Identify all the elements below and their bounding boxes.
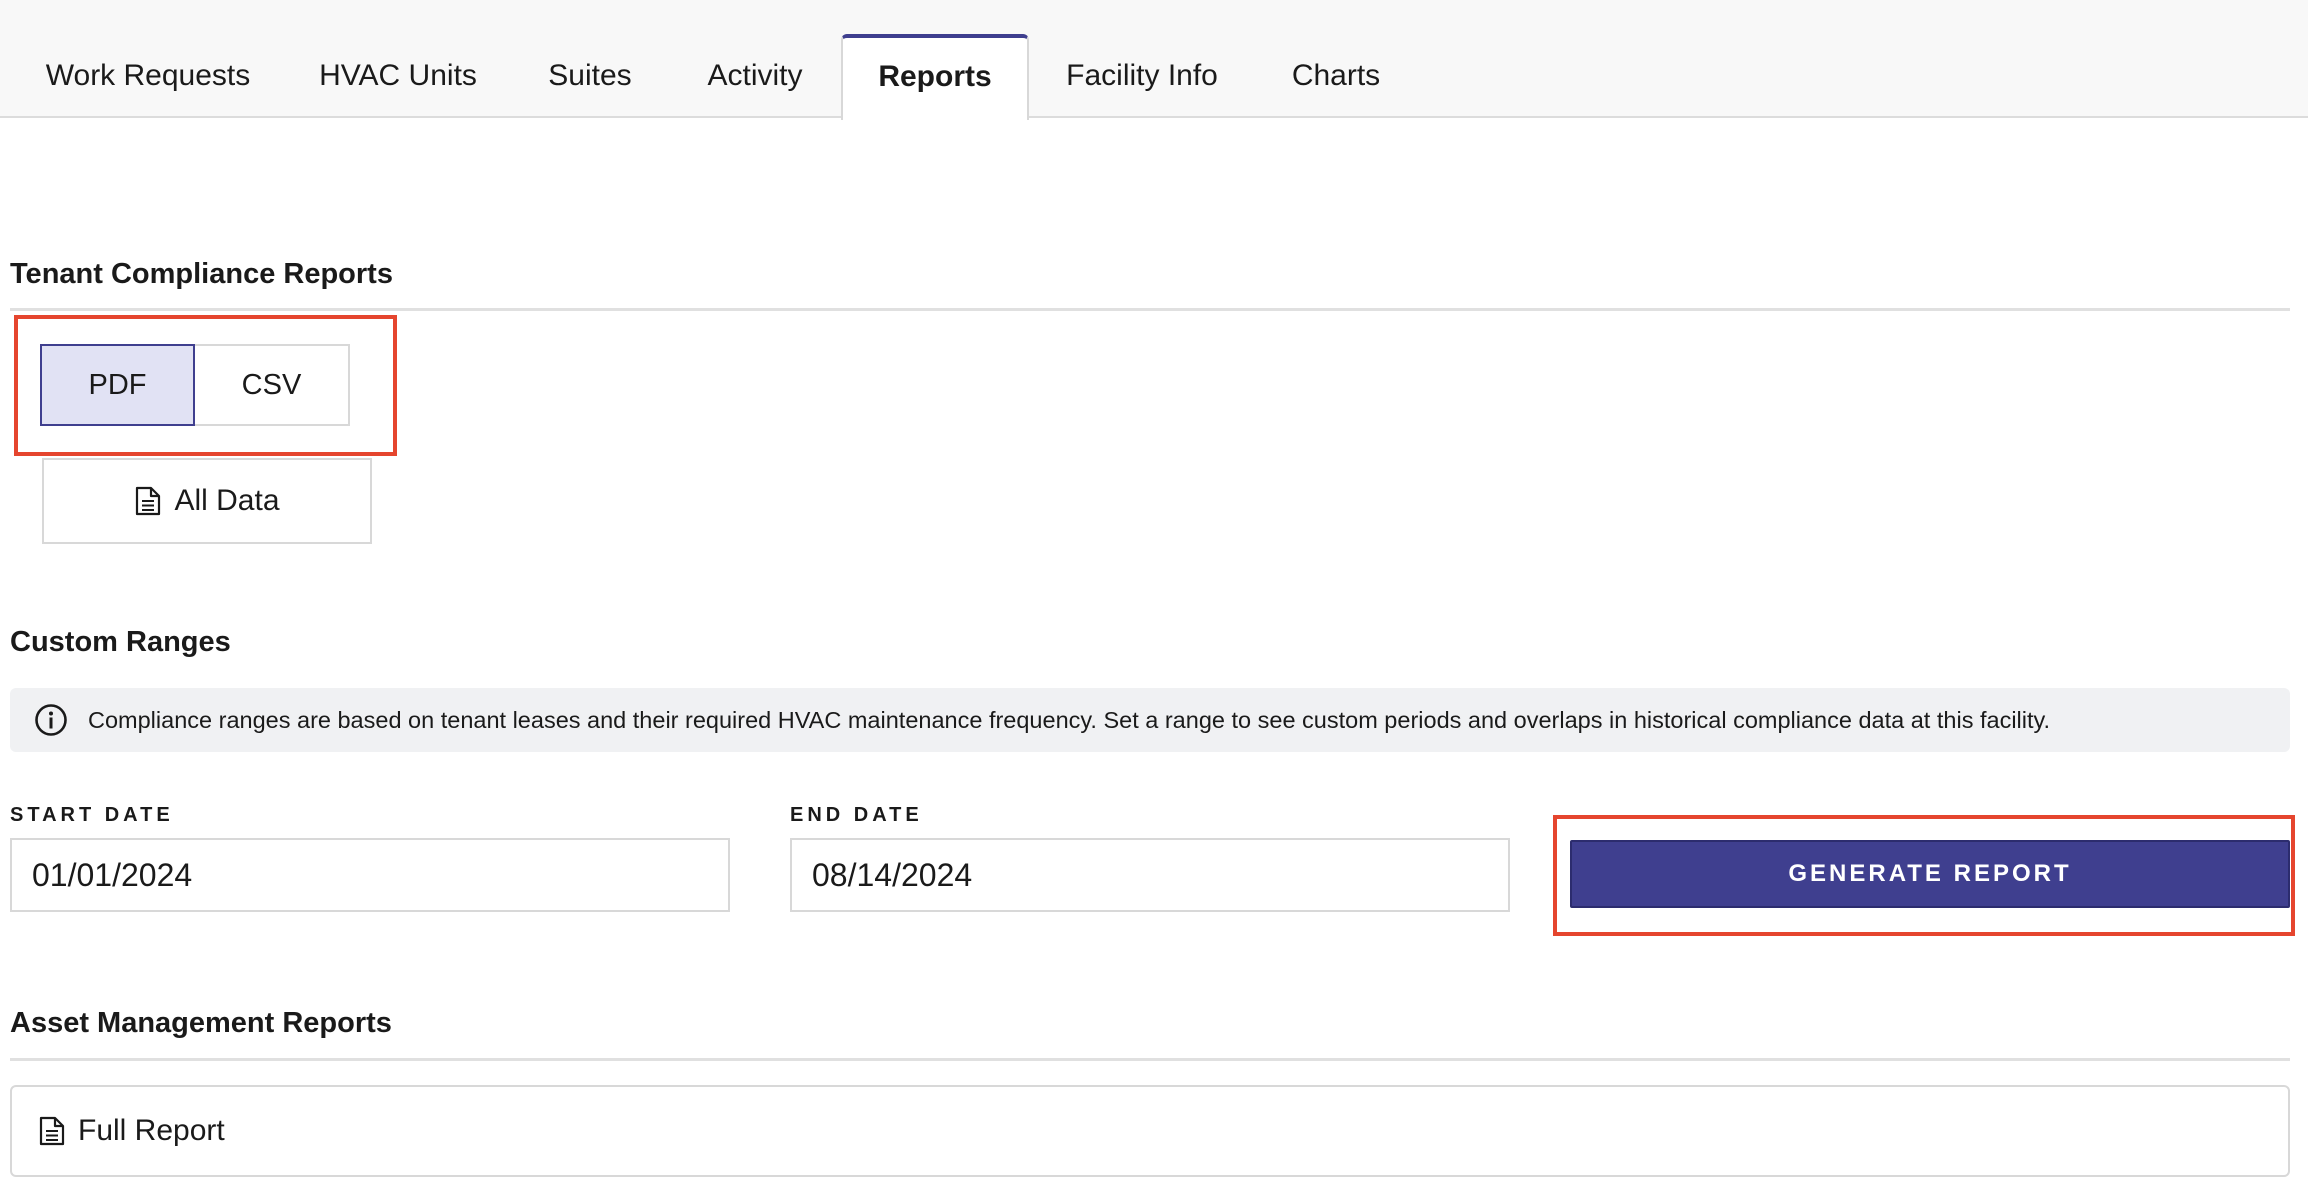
all-data-label: All Data [174, 484, 280, 517]
document-icon [136, 486, 161, 516]
generate-report-button[interactable]: GENERATE REPORT [1570, 840, 2290, 908]
tab-work-requests[interactable]: Work Requests [20, 34, 276, 118]
tab-reports[interactable]: Reports [841, 34, 1029, 120]
section-divider [10, 308, 2290, 311]
start-date-input[interactable] [10, 838, 730, 912]
end-date-label: END DATE [790, 804, 923, 826]
full-report-label: Full Report [78, 1114, 225, 1147]
tab-suites[interactable]: Suites [520, 34, 660, 118]
custom-ranges-title: Custom Ranges [10, 626, 231, 658]
format-csv-button[interactable]: CSV [195, 344, 350, 426]
all-data-button[interactable]: All Data [42, 458, 372, 544]
end-date-input[interactable] [790, 838, 1510, 912]
start-date-label: START DATE [10, 804, 174, 826]
tab-bar: Work Requests HVAC Units Suites Activity… [0, 0, 2308, 120]
info-banner: Compliance ranges are based on tenant le… [10, 688, 2290, 752]
tab-charts[interactable]: Charts [1258, 34, 1414, 118]
info-text: Compliance ranges are based on tenant le… [88, 706, 2051, 733]
document-icon [39, 1116, 65, 1146]
info-circle-icon [35, 704, 67, 736]
full-report-button[interactable]: Full Report [10, 1085, 2290, 1177]
section-divider [10, 1058, 2290, 1061]
tab-facility-info[interactable]: Facility Info [1044, 34, 1240, 118]
tab-hvac-units[interactable]: HVAC Units [290, 34, 506, 118]
tab-activity[interactable]: Activity [676, 34, 834, 118]
format-pdf-button[interactable]: PDF [40, 344, 195, 426]
asset-management-title: Asset Management Reports [10, 1007, 392, 1039]
tenant-compliance-title: Tenant Compliance Reports [10, 258, 393, 290]
